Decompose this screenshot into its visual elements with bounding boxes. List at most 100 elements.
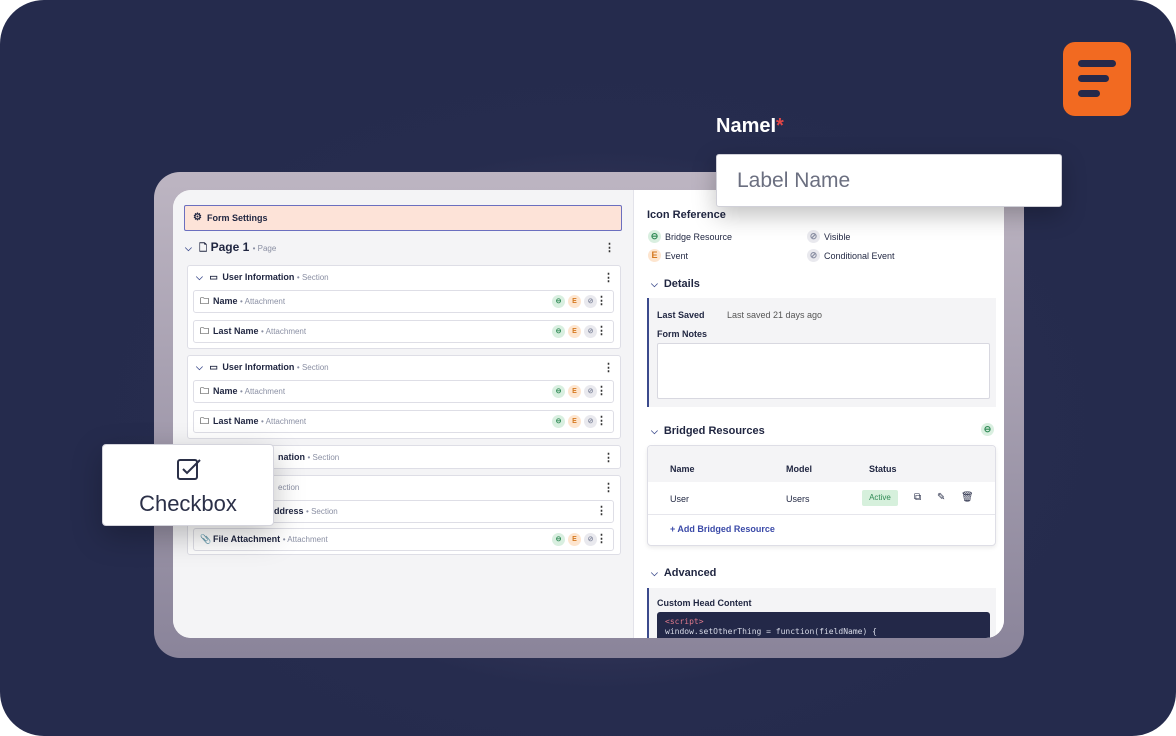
form-settings-bar[interactable]: ⚙ Form Settings — [184, 205, 622, 231]
icon-reference-title: Icon Reference — [647, 209, 726, 221]
chevron-down-icon[interactable]: ⌵ — [651, 426, 658, 436]
code-editor[interactable]: <script> window.setOtherThing = function… — [657, 612, 990, 638]
bridge-resource-icon: ⊖ — [552, 385, 565, 398]
kebab-icon[interactable]: ⋮ — [596, 381, 607, 402]
row-name: User — [670, 494, 690, 504]
bridge-resource-icon: ⊖ — [552, 533, 565, 546]
pencil-icon[interactable]: ✎ — [937, 492, 945, 503]
field-row[interactable]: 🗀 Last Name • Attachment ⊖ E ⊘ ⋮ — [193, 320, 614, 343]
form-notes-label: Form Notes — [657, 329, 708, 339]
kebab-icon[interactable]: ⋮ — [596, 411, 607, 432]
chevron-down-icon[interactable]: ⌵ — [651, 279, 658, 289]
field-name: File Attachment — [213, 534, 281, 544]
paperclip-icon: 📎 — [200, 534, 212, 544]
section-card[interactable]: ⌵ ▭ User Information • Section ⋮ 🗀 Name … — [187, 265, 621, 349]
form-notes-textarea[interactable] — [657, 343, 990, 399]
app-screen: ⚙ Form Settings ⌵ 🗋 Page 1 • Page ⋮ ⌵ ▭ … — [173, 190, 1004, 638]
add-bridged-resource-link[interactable]: + Add Bridged Resource — [670, 524, 775, 534]
chevron-down-icon[interactable]: ⌵ — [196, 362, 203, 372]
chevron-down-icon[interactable]: ⌵ — [651, 568, 658, 578]
field-row[interactable]: 🗀 Last Name • Attachment ⊖ E ⊘ ⋮ — [193, 410, 614, 433]
kebab-icon[interactable]: ⋮ — [604, 241, 615, 254]
chevron-down-icon[interactable]: ⌵ — [185, 243, 192, 253]
kebab-icon[interactable]: ⋮ — [603, 481, 614, 494]
page-row[interactable]: ⌵ 🗋 Page 1 • Page ⋮ — [185, 240, 621, 258]
form-builder-panel: ⚙ Form Settings ⌵ 🗋 Page 1 • Page ⋮ ⌵ ▭ … — [173, 190, 634, 638]
field-name: ddress — [274, 506, 304, 516]
section-card[interactable]: ⌵ ▭ User Information • Section ⋮ 🗀 Name … — [187, 355, 621, 439]
section-title: User Information — [222, 362, 295, 372]
advanced-title: Advanced — [663, 567, 717, 579]
field-type: Attachment — [265, 417, 307, 426]
event-icon: E — [648, 249, 661, 262]
bridge-resource-icon[interactable]: ⊖ — [981, 423, 994, 436]
custom-head-label: Custom Head Content — [657, 598, 752, 608]
conditional-event-icon: ⊘ — [807, 249, 820, 262]
kebab-icon[interactable]: ⋮ — [596, 291, 607, 312]
legend-bridge-resource: Bridge Resource — [665, 232, 733, 242]
field-name: Last Name — [213, 416, 259, 426]
field-type: Attachment — [244, 387, 286, 396]
bridged-resources-header[interactable]: ⌵ Bridged Resources — [651, 425, 765, 437]
field-row[interactable]: 📎 File Attachment • Attachment ⊖ E ⊘ ⋮ — [193, 528, 614, 551]
section-icon: ▭ — [209, 362, 218, 372]
event-icon: E — [568, 533, 581, 546]
bridge-resource-icon: ⊖ — [648, 230, 661, 243]
kebab-icon[interactable]: ⋮ — [603, 271, 614, 284]
chevron-down-icon[interactable]: ⌵ — [196, 272, 203, 282]
section-type: Section — [312, 453, 340, 462]
section-header[interactable]: ⌵ ▭ User Information • Section — [196, 362, 329, 373]
name-field-label: NameI* — [716, 115, 784, 137]
page-title: Page 1 — [210, 240, 250, 254]
field-row[interactable]: 🗀 Name • Attachment ⊖ E ⊘ ⋮ — [193, 380, 614, 403]
section-title: nation — [278, 452, 305, 462]
details-box: Last Saved Last saved 21 days ago Form N… — [647, 298, 996, 407]
field-name: Last Name — [213, 326, 259, 336]
section-type: Section — [301, 363, 329, 372]
section-header[interactable]: ⌵ ▭ User Information • Section — [196, 272, 329, 283]
kebab-icon[interactable]: ⋮ — [596, 501, 607, 522]
event-icon: E — [568, 415, 581, 428]
folder-icon: 🗀 — [200, 296, 210, 306]
bridged-resources-title: Bridged Resources — [663, 425, 765, 437]
checkbox-icon — [177, 459, 201, 480]
page-type: Page — [257, 244, 277, 253]
copy-icon[interactable]: ⧉ — [914, 492, 921, 503]
bridge-resource-icon: ⊖ — [552, 295, 565, 308]
code-line: window.setOtherThing = function(fieldNam… — [665, 627, 877, 636]
trash-icon[interactable]: 🗑 — [961, 492, 974, 503]
kebab-icon[interactable]: ⋮ — [603, 361, 614, 374]
details-title: Details — [663, 278, 700, 290]
legend-visible: Visible — [824, 232, 851, 242]
visible-icon: ⊘ — [807, 230, 820, 243]
section-header[interactable]: nation • Section — [278, 452, 339, 462]
legend-event: Event — [665, 251, 689, 261]
advanced-box: Custom Head Content <script> window.setO… — [647, 588, 996, 638]
column-model: Model — [786, 464, 812, 474]
event-icon: E — [568, 385, 581, 398]
kebab-icon[interactable]: ⋮ — [603, 451, 614, 464]
details-header[interactable]: ⌵ Details — [651, 278, 700, 290]
page-icon: 🗋 — [199, 243, 208, 254]
label-name-input[interactable] — [716, 154, 1062, 207]
advanced-header[interactable]: ⌵ Advanced — [651, 567, 716, 579]
bridged-resources-table: Name Model Status User Users Active ⧉ ✎ … — [647, 445, 996, 546]
gear-icon: ⚙ — [193, 212, 202, 223]
kebab-icon[interactable]: ⋮ — [596, 321, 607, 342]
folder-icon: 🗀 — [200, 386, 210, 396]
field-name: Name — [213, 296, 238, 306]
kebab-icon[interactable]: ⋮ — [596, 529, 607, 550]
section-icon: ▭ — [209, 272, 218, 282]
field-name: Name — [213, 386, 238, 396]
section-header[interactable]: ection — [278, 482, 299, 492]
checkbox-label: Checkbox — [139, 491, 237, 516]
field-type: Section — [311, 507, 338, 516]
column-name: Name — [670, 464, 695, 474]
last-saved-value: Last saved 21 days ago — [727, 310, 823, 320]
code-line: <script> — [665, 617, 704, 626]
field-row[interactable]: 🗀 Name • Attachment ⊖ E ⊘ ⋮ — [193, 290, 614, 313]
legend-conditional-event: Conditional Event — [824, 251, 895, 261]
column-status: Status — [869, 464, 897, 474]
event-icon: E — [568, 325, 581, 338]
checkbox-component-card[interactable]: Checkbox — [102, 444, 274, 526]
